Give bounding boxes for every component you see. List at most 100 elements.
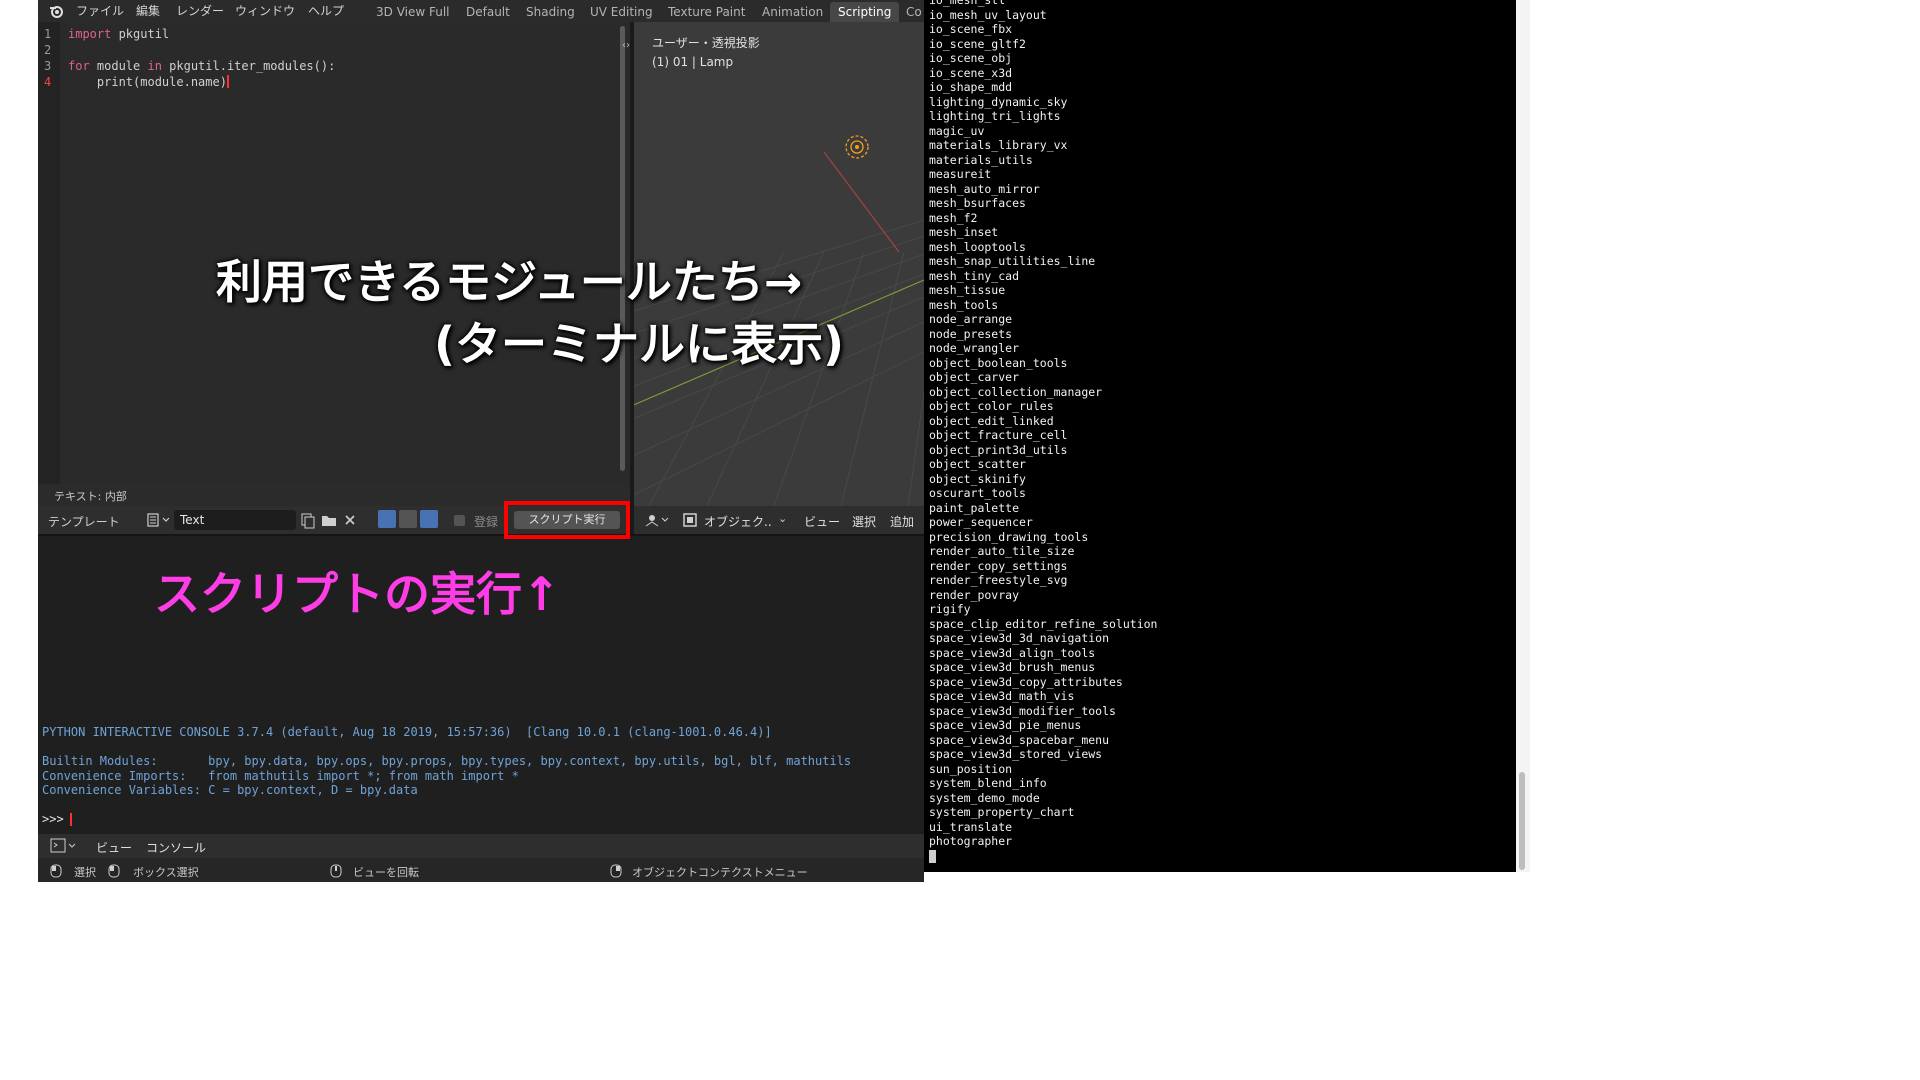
menu-file[interactable]: ファイル	[76, 2, 124, 19]
terminal-scrollbar-thumb[interactable]	[1519, 772, 1525, 870]
console-cursor	[70, 813, 72, 826]
terminal-scrollbar-track[interactable]	[1516, 0, 1530, 872]
terminal-line: precision_drawing_tools	[929, 529, 1089, 544]
terminal-line: object_carver	[929, 370, 1020, 384]
object-mode-dropdown[interactable]: オブジェク..	[704, 513, 772, 530]
terminal-line: oscurart_tools	[929, 486, 1026, 500]
terminal-line: mesh_inset	[929, 225, 999, 239]
menu-help[interactable]: ヘルプ	[308, 2, 344, 19]
code-line[interactable]: import pkgutil	[68, 27, 169, 41]
tab-uv-editing[interactable]: UV Editing	[582, 2, 661, 22]
console-editor-type-icon[interactable]	[50, 838, 78, 858]
blender-logo-icon[interactable]	[48, 3, 64, 19]
menu-view[interactable]: ビュー	[804, 513, 840, 530]
status-rotate-view: ビューを回転	[353, 866, 419, 879]
terminal-line: space_view3d_math_vis	[929, 689, 1075, 703]
terminal-line: space_view3d_copy_attributes	[929, 674, 1123, 689]
terminal-line: space_view3d_pie_menus	[929, 718, 1082, 732]
terminal-line: mesh_f2	[929, 210, 978, 225]
tab-default[interactable]: Default	[458, 2, 518, 22]
status-select: 選択	[74, 866, 96, 879]
menu-select[interactable]: 選択	[852, 513, 876, 530]
menu-edit[interactable]: 編集	[136, 2, 160, 19]
console-line: Builtin Modules: bpy, bpy.data, bpy.ops,…	[42, 754, 852, 768]
tab-shading[interactable]: Shading	[518, 2, 583, 22]
terminal-line: measureit	[929, 167, 992, 181]
object-mode-icon[interactable]	[682, 512, 698, 532]
terminal-line: system_blend_info	[929, 776, 1047, 790]
terminal-line: system_property_chart	[929, 805, 1075, 819]
terminal-line: materials_utils	[929, 152, 1033, 167]
terminal-line: space_view3d_spacebar_menu	[929, 732, 1110, 747]
console-line: Convenience Variables: C = bpy.context, …	[42, 783, 418, 797]
terminal-line: mesh_tiny_cad	[929, 268, 1020, 283]
terminal-output[interactable]: io_mesh_stl io_mesh_uv_layout io_scene_fbx…	[924, 0, 1516, 872]
console-menu-view[interactable]: ビュー	[96, 839, 132, 856]
terminal-line: object_collection_manager	[929, 384, 1103, 399]
lamp-icon[interactable]	[842, 132, 872, 162]
console-prompt[interactable]: >>>	[42, 812, 64, 826]
terminal-line: space_clip_editor_refine_solution	[929, 616, 1158, 631]
text-browse-icon[interactable]	[146, 511, 172, 529]
terminal-line: lighting_tri_lights	[929, 109, 1061, 123]
interaction-mode-icon[interactable]	[644, 512, 670, 532]
open-folder-icon[interactable]	[320, 511, 338, 533]
menu-render[interactable]: レンダー	[176, 2, 224, 19]
terminal-line: ui_translate	[929, 819, 1013, 834]
terminal-line: space_view3d_3d_navigation	[929, 631, 1110, 645]
tab-compositing[interactable]: Co	[898, 2, 924, 22]
tab-3d-view-full[interactable]: 3D View Full	[368, 2, 458, 22]
terminal-line: io_mesh_stl	[929, 0, 1006, 7]
console-line: PYTHON INTERACTIVE CONSOLE 3.7.4 (defaul…	[42, 725, 772, 739]
text-name-field[interactable]: Text	[174, 510, 296, 530]
terminal-line: object_skinify	[929, 471, 1026, 486]
blender-window: ファイル 編集 レンダー ウィンドウ ヘルプ 3D View Full Defa…	[38, 0, 924, 882]
code-text: pkgutil.iter_modules():	[161, 59, 336, 73]
status-context-menu: オブジェクトコンテクストメニュー	[632, 866, 808, 879]
terminal-line: render_copy_settings	[929, 558, 1068, 573]
word-wrap-toggle-icon[interactable]	[399, 510, 417, 528]
template-menu[interactable]: テンプレート	[48, 513, 120, 530]
terminal-line: render_povray	[929, 587, 1020, 602]
register-label: 登録	[474, 515, 499, 529]
menu-add[interactable]: 追加	[890, 513, 914, 530]
terminal-line: object_boolean_tools	[929, 355, 1068, 370]
code-line[interactable]: print(module.name)	[68, 75, 229, 89]
terminal-line: render_freestyle_svg	[929, 573, 1068, 587]
terminal-line: rigify	[929, 602, 971, 616]
collapse-arrows-icon[interactable]: ‹›	[622, 40, 630, 51]
syntax-highlight-toggle-icon[interactable]	[420, 510, 438, 528]
terminal-line: paint_palette	[929, 500, 1020, 515]
line-number: 3	[44, 59, 52, 73]
mouse-middle-icon	[330, 863, 342, 882]
line-numbers-toggle-icon[interactable]	[378, 510, 396, 528]
tab-scripting[interactable]: Scripting	[830, 2, 900, 22]
tab-texture-paint[interactable]: Texture Paint	[660, 2, 753, 22]
code-line[interactable]: for module in pkgutil.iter_modules():	[68, 59, 335, 73]
console-menu-console[interactable]: コンソール	[146, 839, 206, 856]
terminal-line: io_mesh_uv_layout	[929, 7, 1047, 22]
new-text-icon[interactable]	[300, 511, 316, 533]
tab-animation[interactable]: Animation	[754, 2, 831, 22]
menu-window[interactable]: ウィンドウ	[235, 2, 295, 19]
close-icon[interactable]	[342, 511, 358, 533]
register-checkbox[interactable]	[454, 515, 465, 526]
terminal-line: materials_library_vx	[929, 138, 1068, 152]
top-menubar: ファイル 編集 レンダー ウィンドウ ヘルプ 3D View Full Defa…	[38, 0, 924, 22]
terminal-line: node_presets	[929, 326, 1013, 341]
annotation-run-script: スクリプトの実行↑	[154, 567, 561, 621]
text-source-label: テキスト: 内部	[54, 490, 127, 503]
view-perspective-label: ユーザー・透視投影	[652, 36, 760, 50]
code-keyword: for	[68, 59, 90, 73]
terminal-line: io_scene_fbx	[929, 22, 1013, 36]
terminal-line: object_color_rules	[929, 399, 1054, 413]
run-script-highlight-box	[504, 501, 630, 539]
chevron-down-icon: ⌄	[778, 512, 788, 525]
code-text: pkgutil	[111, 27, 170, 41]
terminal-line: object_fracture_cell	[929, 428, 1068, 442]
terminal-line: render_auto_tile_size	[929, 544, 1075, 558]
terminal-line: sun_position	[929, 761, 1013, 776]
status-box-select: ボックス選択	[133, 866, 199, 879]
terminal-line: space_view3d_brush_menus	[929, 660, 1096, 674]
terminal-line: mesh_auto_mirror	[929, 181, 1040, 196]
